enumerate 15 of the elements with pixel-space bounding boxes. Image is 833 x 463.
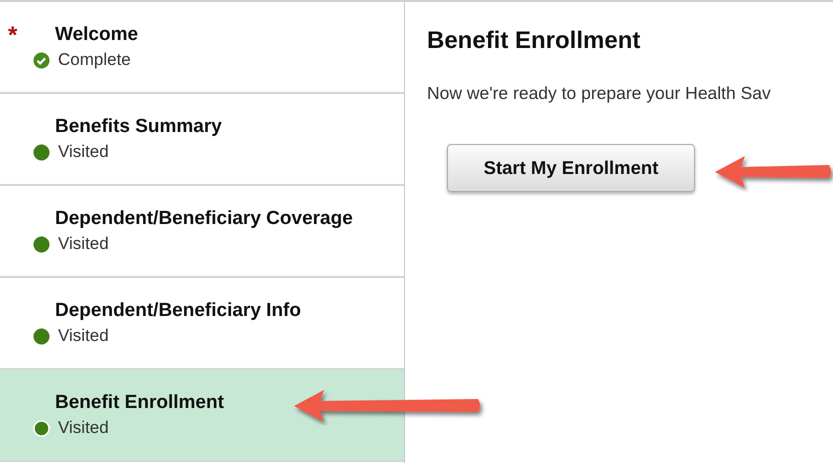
step-status: Complete	[58, 50, 131, 70]
start-enrollment-button[interactable]: Start My Enrollment	[447, 144, 695, 192]
step-status: Visited	[58, 142, 109, 162]
step-status: Visited	[58, 418, 109, 438]
required-mark: *	[8, 24, 18, 48]
step-title: Benefits Summary	[55, 116, 222, 138]
step-title: Benefit Enrollment	[55, 392, 224, 414]
intro-text: Now we're ready to prepare your Health Sav	[427, 83, 771, 104]
page-title: Benefit Enrollment	[427, 27, 640, 55]
step-title: Dependent/Beneficiary Coverage	[55, 208, 353, 230]
step-status: Visited	[58, 234, 109, 254]
step-title: Dependent/Beneficiary Info	[55, 300, 301, 322]
step-title: Welcome	[55, 24, 138, 46]
step-status: Visited	[58, 326, 109, 346]
step-item[interactable]: Benefit Enrollment Visited	[0, 370, 404, 462]
